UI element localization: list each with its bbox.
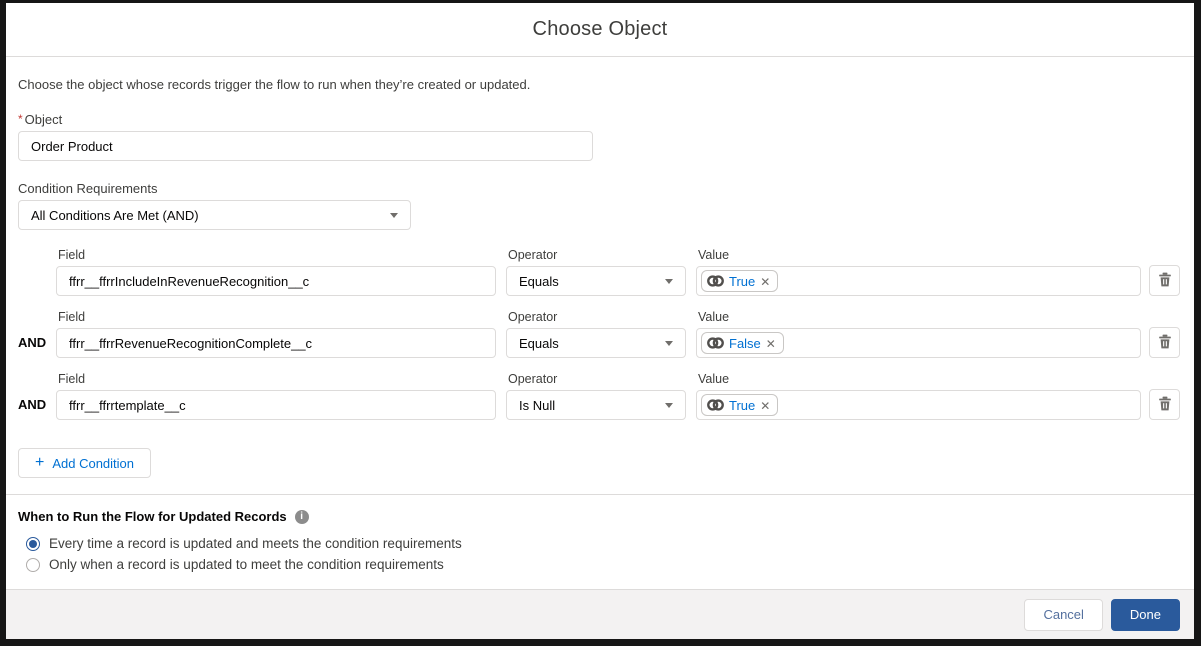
condition-logic-label: AND: [18, 335, 47, 350]
chevron-down-icon: [665, 403, 673, 408]
condition-field-column: Field: [56, 248, 496, 296]
value-pill: True ✕: [701, 270, 779, 292]
operator-column-label: Operator: [508, 248, 558, 262]
operator-value: Is Null: [519, 397, 556, 413]
plus-icon: +: [35, 453, 45, 471]
radio-option-label: Only when a record is updated to meet th…: [49, 557, 444, 572]
delete-condition-button[interactable]: [1149, 389, 1180, 420]
condition-value-input[interactable]: True ✕: [696, 266, 1141, 296]
condition-field-column: Field: [56, 372, 496, 420]
radio-button[interactable]: [26, 557, 40, 572]
delete-condition-button[interactable]: [1149, 265, 1180, 296]
condition-logic-label: [18, 288, 56, 296]
delete-condition-button[interactable]: [1149, 327, 1180, 358]
chevron-down-icon: [390, 213, 398, 218]
trash-icon: [1158, 334, 1172, 352]
radio-option[interactable]: Only when a record is updated to meet th…: [26, 557, 1180, 572]
add-condition-button[interactable]: + Add Condition: [18, 448, 152, 478]
conditions-list: Field Operator Equals Value: [18, 248, 1180, 420]
radio-option-label: Every time a record is updated and meets…: [49, 536, 462, 551]
condition-field-column: Field: [56, 310, 496, 358]
radio-button[interactable]: [26, 536, 40, 551]
when-to-run-options: Every time a record is updated and meets…: [26, 536, 1180, 572]
section-divider: [6, 494, 1194, 495]
field-column-label: Field: [58, 372, 86, 386]
condition-operator-column: Operator Is Null: [506, 372, 686, 420]
object-label-text: Object: [24, 112, 63, 127]
screenshot-frame: Choose Object Choose the object whose re…: [0, 0, 1201, 646]
overlapping-rings-icon: [707, 274, 724, 288]
operator-value: Equals: [519, 335, 559, 351]
cancel-button[interactable]: Cancel: [1024, 598, 1103, 631]
value-column-label: Value: [698, 310, 730, 324]
when-to-run-heading-text: When to Run the Flow for Updated Records: [18, 509, 287, 524]
when-to-run-heading: When to Run the Flow for Updated Records…: [18, 509, 1180, 524]
value-pill: True ✕: [701, 394, 779, 416]
required-asterisk: *: [18, 112, 23, 126]
condition-field-input[interactable]: [56, 390, 496, 420]
radio-option[interactable]: Every time a record is updated and meets…: [26, 536, 1180, 551]
condition-operator-column: Operator Equals: [506, 248, 686, 296]
modal-title: Choose Object: [532, 18, 668, 40]
info-icon[interactable]: i: [294, 509, 309, 524]
done-button[interactable]: Done: [1110, 598, 1180, 631]
field-column-label: Field: [58, 248, 86, 262]
condition-value-column: Value True ✕: [696, 372, 1141, 420]
condition-value-column: Value False ✕: [696, 310, 1141, 358]
condition-requirements-label: Condition Requirements: [18, 181, 158, 196]
trash-icon: [1158, 396, 1172, 414]
modal-footer: Cancel Done: [6, 589, 1194, 639]
condition-row: AND Field Operator Is Null Value: [18, 372, 1180, 420]
field-column-label: Field: [58, 310, 86, 324]
value-column-label: Value: [698, 372, 730, 386]
condition-requirements-value: All Conditions Are Met (AND): [31, 207, 199, 223]
operator-value: Equals: [519, 273, 559, 289]
operator-column-label: Operator: [508, 372, 558, 386]
choose-object-modal: Choose Object Choose the object whose re…: [6, 3, 1194, 639]
condition-logic-label: AND: [18, 397, 47, 412]
dialog-description: Choose the object whose records trigger …: [18, 77, 531, 92]
condition-requirements-select[interactable]: All Conditions Are Met (AND): [18, 200, 411, 230]
remove-value-icon[interactable]: ✕: [760, 275, 770, 288]
condition-operator-column: Operator Equals: [506, 310, 686, 358]
object-label: * Object: [18, 112, 1180, 127]
value-pill: False ✕: [701, 332, 784, 354]
modal-content: Choose the object whose records trigger …: [6, 57, 1194, 589]
operator-column-label: Operator: [508, 310, 558, 324]
condition-row: Field Operator Equals Value: [18, 248, 1180, 296]
chevron-down-icon: [665, 279, 673, 284]
overlapping-rings-icon: [707, 398, 724, 412]
condition-operator-select[interactable]: Equals: [506, 266, 686, 296]
overlapping-rings-icon: [707, 336, 724, 350]
condition-value-input[interactable]: True ✕: [696, 390, 1141, 420]
condition-operator-select[interactable]: Is Null: [506, 390, 686, 420]
condition-row: AND Field Operator Equals Value: [18, 310, 1180, 358]
object-input[interactable]: [18, 131, 593, 161]
chevron-down-icon: [665, 341, 673, 346]
condition-field-input[interactable]: [56, 328, 496, 358]
pill-value-label: False: [729, 335, 761, 351]
remove-value-icon[interactable]: ✕: [766, 337, 776, 350]
trash-icon: [1158, 272, 1172, 290]
condition-field-input[interactable]: [56, 266, 496, 296]
pill-value-label: True: [729, 397, 756, 413]
condition-value-input[interactable]: False ✕: [696, 328, 1141, 358]
modal-header: Choose Object: [6, 3, 1194, 57]
remove-value-icon[interactable]: ✕: [760, 399, 770, 412]
pill-value-label: True: [729, 273, 756, 289]
value-column-label: Value: [698, 248, 730, 262]
add-condition-label: Add Condition: [52, 455, 135, 471]
condition-value-column: Value True ✕: [696, 248, 1141, 296]
condition-operator-select[interactable]: Equals: [506, 328, 686, 358]
